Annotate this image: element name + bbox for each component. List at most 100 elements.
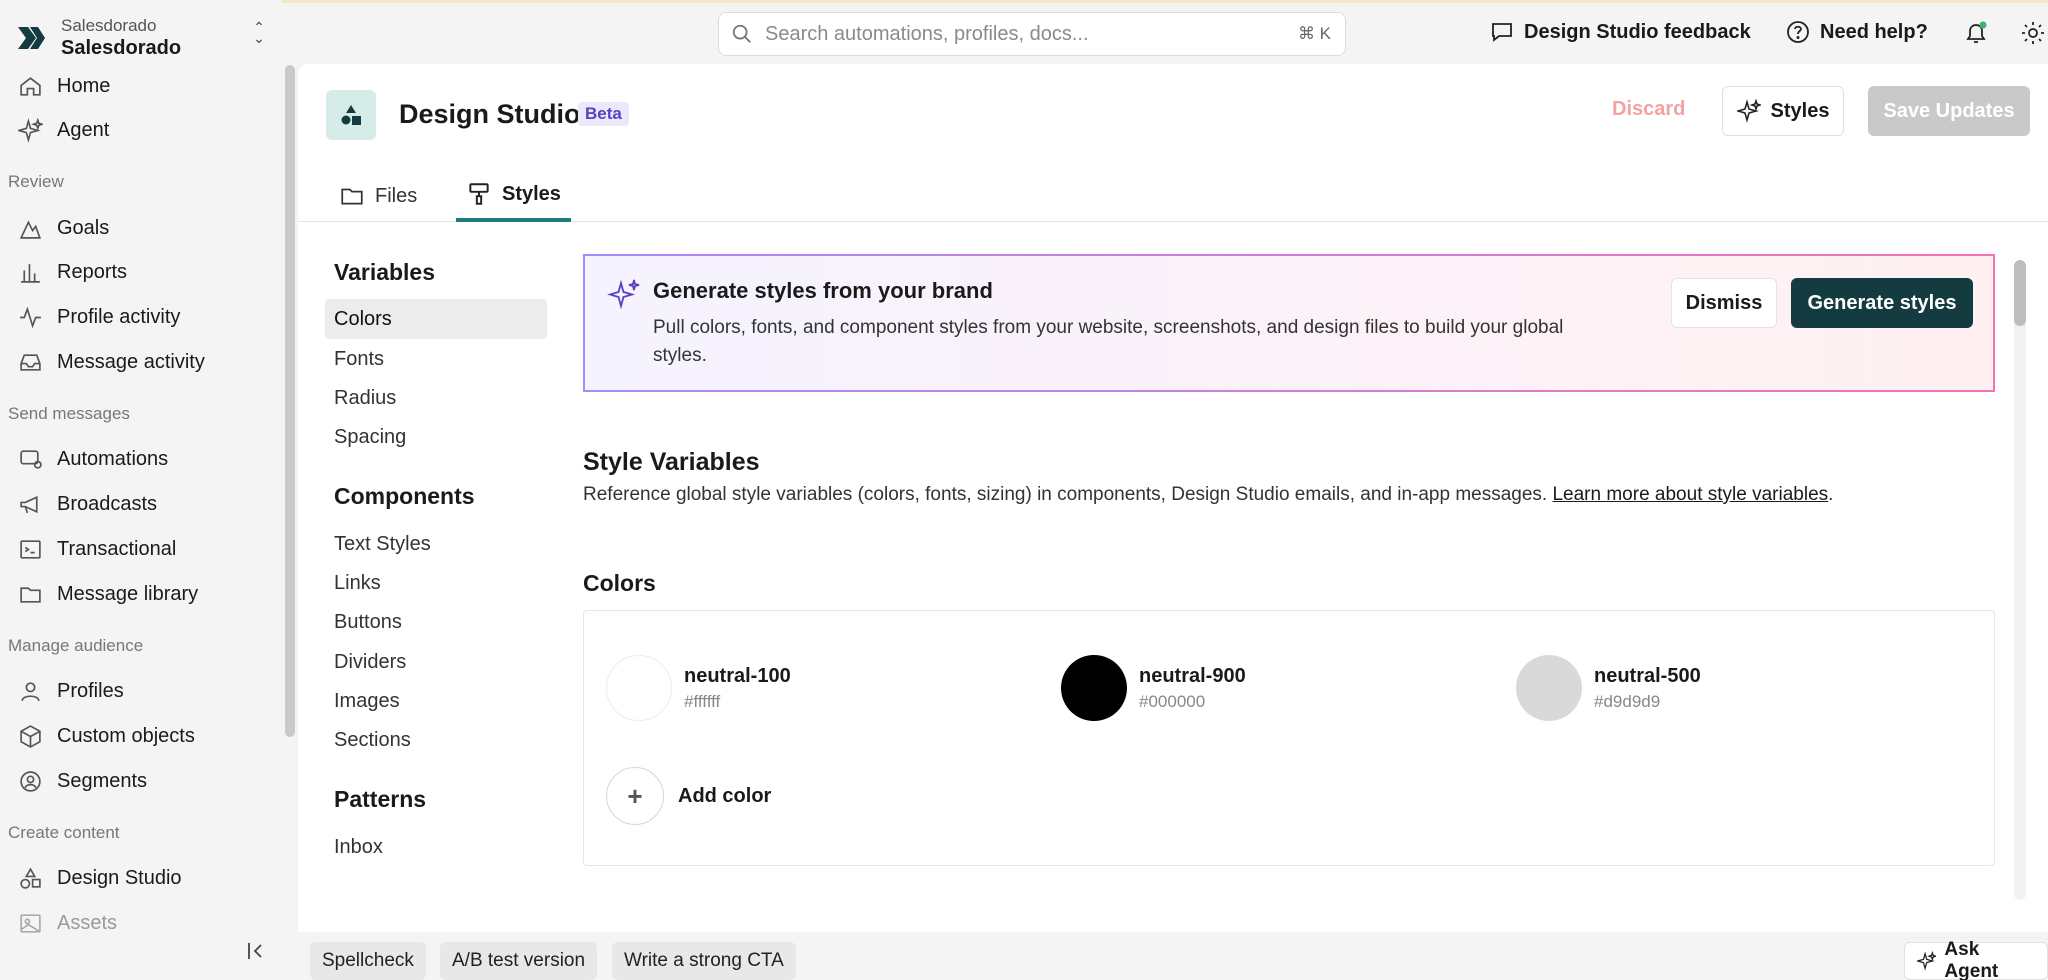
sidebar-item-transactional[interactable]: Transactional [18, 533, 268, 565]
tab-files[interactable]: Files [339, 170, 417, 222]
sidebar-item-label: Assets [57, 911, 118, 934]
color-dot [1061, 655, 1127, 721]
colors-title: Colors [583, 570, 656, 596]
sparkle-icon [607, 279, 640, 310]
sidebar-item-label: Transactional [57, 537, 177, 560]
color-name: neutral-500 [1594, 664, 1701, 687]
style-variables-title: Style Variables [583, 448, 760, 476]
ask-agent-button[interactable]: Ask Agent [1904, 939, 2048, 980]
style-nav-buttons[interactable]: Buttons [334, 611, 402, 634]
tab-styles[interactable]: Styles [456, 170, 571, 222]
content-scrollbar-track[interactable] [2014, 260, 2026, 900]
style-nav-dividers[interactable]: Dividers [334, 651, 406, 674]
shapes-icon [341, 105, 361, 125]
main-panel: Design Studio Beta Discard Styles Save U… [298, 64, 2048, 980]
beta-badge: Beta [578, 102, 629, 126]
add-color-button[interactable]: + Add color [606, 767, 771, 825]
sidebar-item-design-studio[interactable]: Design Studio [18, 862, 268, 894]
style-nav-radius[interactable]: Radius [334, 387, 396, 410]
sidebar-item-home[interactable]: Home [18, 70, 268, 102]
styles-button[interactable]: Styles [1722, 86, 1844, 136]
page-title: Design Studio [399, 99, 581, 129]
discard-button[interactable]: Discard [1612, 98, 1685, 121]
color-name: neutral-100 [684, 664, 791, 687]
sidebar-item-profiles[interactable]: Profiles [18, 675, 268, 707]
style-nav-links[interactable]: Links [334, 572, 381, 595]
suggestion-chip-spellcheck[interactable]: Spellcheck [310, 942, 426, 980]
feedback-link[interactable]: Design Studio feedback [1490, 20, 1751, 44]
shapes-icon [20, 866, 41, 889]
sidebar-item-profile-activity[interactable]: Profile activity [18, 301, 268, 333]
banner-description: Pull colors, fonts, and component styles… [653, 317, 1564, 366]
style-nav-text-styles[interactable]: Text Styles [334, 533, 431, 556]
style-nav-inbox[interactable]: Inbox [334, 836, 383, 859]
workspace-switcher[interactable]: Salesdorado Salesdorado [16, 16, 181, 60]
style-nav-fonts[interactable]: Fonts [334, 348, 384, 371]
image-icon [20, 913, 41, 933]
help-link[interactable]: Need help? [1786, 20, 1928, 44]
styles-button-label: Styles [1770, 99, 1830, 122]
search-shortcut: ⌘ K [1297, 24, 1331, 43]
sidebar-item-label: Custom objects [57, 724, 195, 747]
sidebar-item-goals[interactable]: Goals [18, 212, 268, 244]
sidebar-scrollbar[interactable] [285, 65, 295, 737]
sidebar-item-label: Agent [57, 118, 110, 141]
style-variables-trailing: . [1828, 484, 1834, 505]
color-dot [1516, 655, 1582, 721]
sidebar-item-label: Message activity [57, 350, 205, 373]
color-swatch[interactable]: neutral-900 #000000 [1061, 655, 1246, 721]
tab-label: Files [375, 184, 418, 207]
variables-heading: Variables [334, 259, 436, 285]
color-hex: #d9d9d9 [1594, 691, 1661, 711]
home-icon [20, 76, 41, 96]
color-hex: #000000 [1139, 691, 1206, 711]
sidebar-item-message-activity[interactable]: Message activity [18, 346, 268, 378]
plus-icon: + [606, 767, 664, 825]
components-heading: Components [334, 483, 475, 509]
bell-icon[interactable] [1963, 20, 1989, 46]
chevron-updown-icon[interactable]: ⌃ ⌄ [250, 20, 268, 46]
sidebar-item-message-library[interactable]: Message library [18, 578, 268, 610]
generate-styles-button[interactable]: Generate styles [1791, 278, 1973, 328]
sidebar-section-send-messages: Send messages [8, 404, 130, 423]
style-nav-spacing[interactable]: Spacing [334, 426, 406, 449]
workspace-name: Salesdorado [61, 37, 182, 59]
color-dot [606, 655, 672, 721]
workspace-label: Salesdorado [61, 16, 157, 35]
segment-icon [20, 770, 41, 792]
sidebar-item-automations[interactable]: Automations [18, 443, 268, 475]
style-variables-description: Reference global style variables (colors… [583, 484, 1833, 506]
feedback-label: Design Studio feedback [1524, 20, 1751, 43]
color-swatch[interactable]: neutral-100 #ffffff [606, 655, 791, 721]
style-nav-sections[interactable]: Sections [334, 729, 411, 752]
dismiss-button[interactable]: Dismiss [1671, 278, 1777, 328]
sidebar-item-custom-objects[interactable]: Custom objects [18, 720, 268, 752]
search-input[interactable]: Search automations, profiles, docs... [765, 23, 1298, 46]
sidebar-item-broadcasts[interactable]: Broadcasts [18, 488, 268, 520]
bar-chart-icon [21, 263, 40, 283]
sidebar-item-label: Design Studio [57, 866, 182, 889]
global-search[interactable]: Search automations, profiles, docs... ⌘ … [718, 12, 1346, 56]
sidebar-item-label: Home [57, 74, 111, 97]
save-updates-button[interactable]: Save Updates [1868, 86, 2030, 136]
tab-bar: Files Styles [298, 170, 2048, 222]
top-accent-line [0, 0, 2048, 3]
sidebar-item-agent[interactable]: Agent [18, 114, 268, 146]
color-swatch[interactable]: neutral-500 #d9d9d9 [1516, 655, 1701, 721]
sidebar-item-assets[interactable]: Assets [18, 907, 268, 939]
sidebar-item-label: Automations [57, 447, 169, 470]
style-nav-colors[interactable]: Colors [334, 308, 392, 331]
tab-label: Styles [502, 182, 561, 205]
gear-icon[interactable] [2020, 20, 2046, 46]
sidebar-item-label: Reports [57, 260, 128, 283]
suggestion-chip-cta[interactable]: Write a strong CTA [612, 942, 796, 980]
sidebar-item-segments[interactable]: Segments [18, 765, 268, 797]
content-scrollbar-thumb[interactable] [2014, 260, 2026, 326]
suggestion-chip-ab-test[interactable]: A/B test version [440, 942, 598, 980]
style-nav-images[interactable]: Images [334, 690, 400, 713]
terminal-icon [20, 539, 41, 559]
sidebar-item-reports[interactable]: Reports [18, 256, 268, 288]
collapse-sidebar-icon[interactable] [245, 940, 267, 962]
learn-more-link[interactable]: Learn more about style variables [1552, 484, 1828, 505]
design-studio-app-icon [326, 90, 376, 140]
